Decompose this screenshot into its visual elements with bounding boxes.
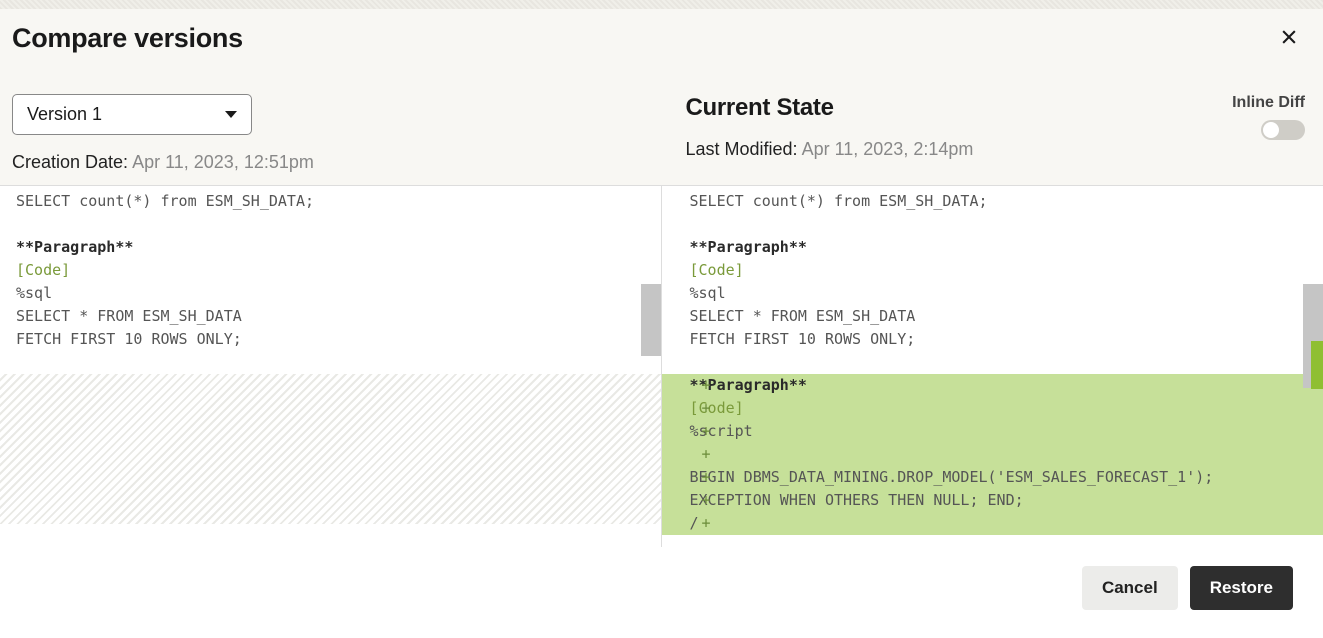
last-modified-label: Last Modified: [686,139,802,159]
inline-diff-label: Inline Diff [1232,94,1305,112]
scrollbar[interactable] [641,284,661,356]
diff-plus-marker: + [702,443,711,466]
dialog-title: Compare versions [12,23,243,54]
version-select[interactable]: Version 1 [12,94,252,135]
code-line: [Code] [690,399,744,417]
left-pane[interactable]: SELECT count(*) from ESM_SH_DATA; **Para… [0,186,662,547]
restore-button[interactable]: Restore [1190,566,1293,610]
code-line: SELECT * FROM ESM_SH_DATA [690,307,916,325]
diff-body: SELECT count(*) from ESM_SH_DATA; **Para… [0,186,1323,547]
code-line: **Paragraph** [16,238,133,256]
creation-date-label: Creation Date: [12,152,132,172]
diff-indicator [1311,341,1323,389]
code-line [690,445,699,463]
code-line: / [690,514,699,532]
code-line: [Code] [16,261,70,279]
dialog-header: Compare versions [0,9,1323,62]
sub-header: Version 1 Creation Date: Apr 11, 2023, 1… [0,62,1323,186]
code-line: %sql [16,284,52,302]
diff-plus-marker: + [702,466,711,489]
code-line [16,215,25,233]
creation-date-value: Apr 11, 2023, 12:51pm [132,152,314,172]
diff-plus-marker: + [702,374,711,397]
code-line: %sql [690,284,726,302]
chevron-down-icon [225,111,237,118]
code-line: BEGIN DBMS_DATA_MINING.DROP_MODEL('ESM_S… [690,468,1214,486]
code-line [690,353,699,371]
right-pane[interactable]: SELECT count(*) from ESM_SH_DATA; **Para… [662,186,1323,547]
added-block: +**Paragraph**+[Code]+%script+ +BEGIN DB… [662,374,1323,535]
code-line: SELECT count(*) from ESM_SH_DATA; [16,192,314,210]
close-icon [1279,27,1299,47]
current-state-heading: Current State [686,94,1304,122]
code-line: **Paragraph** [690,238,807,256]
code-line: FETCH FIRST 10 ROWS ONLY; [690,330,916,348]
diff-plus-marker: + [702,420,711,443]
code-line: [Code] [690,261,744,279]
code-line [690,215,699,233]
code-line [16,353,25,371]
diff-plus-marker: + [702,397,711,420]
close-button[interactable] [1275,23,1303,51]
diff-plus-marker: + [702,512,711,535]
cancel-button[interactable]: Cancel [1082,566,1178,610]
code-line: SELECT * FROM ESM_SH_DATA [16,307,242,325]
compare-versions-dialog: Compare versions Version 1 Creation Date… [0,9,1323,638]
code-line: SELECT count(*) from ESM_SH_DATA; [690,192,988,210]
diff-plus-marker: + [702,489,711,512]
dialog-footer: Cancel Restore [0,547,1323,638]
version-select-label: Version 1 [27,104,102,125]
code-line: %script [690,422,753,440]
inline-diff-toggle[interactable] [1261,120,1305,140]
code-line: EXCEPTION WHEN OTHERS THEN NULL; END; [690,491,1024,509]
code-line: FETCH FIRST 10 ROWS ONLY; [16,330,242,348]
removed-placeholder [0,374,661,524]
toggle-knob [1263,122,1279,138]
last-modified-value: Apr 11, 2023, 2:14pm [802,139,974,159]
